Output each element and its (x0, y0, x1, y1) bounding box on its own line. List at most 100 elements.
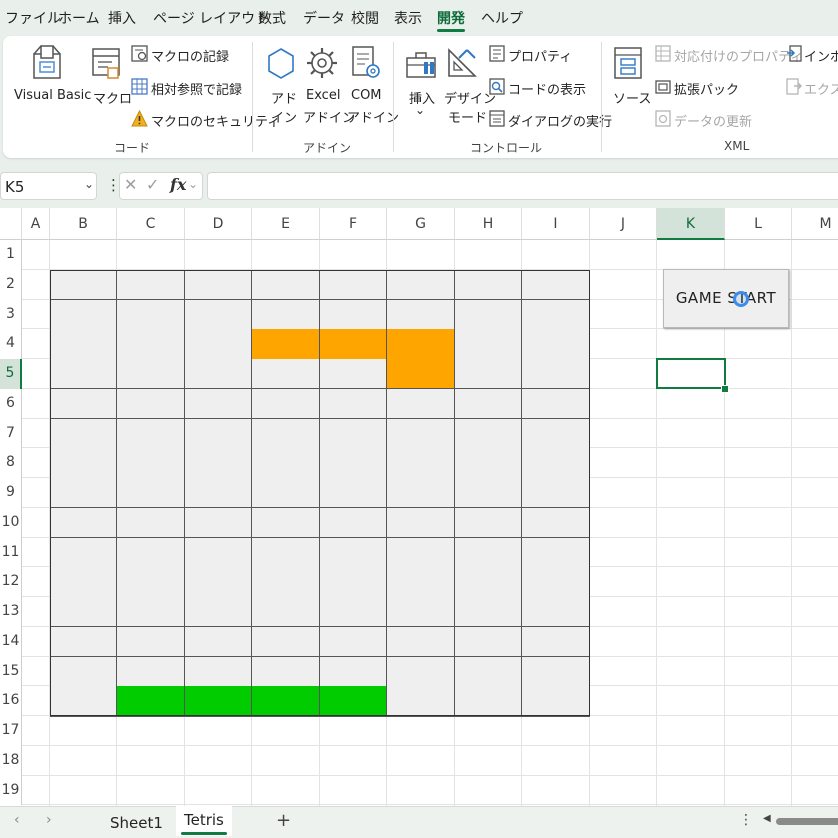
falling-block-cell[interactable] (387, 359, 455, 390)
row-header-14[interactable]: 14 (0, 626, 22, 657)
active-cell-k5[interactable] (656, 358, 726, 389)
board-cell[interactable] (320, 597, 387, 628)
insert-function-icon[interactable]: fx (170, 175, 186, 194)
board-cell[interactable] (320, 507, 387, 538)
enter-icon[interactable]: ✓ (146, 175, 159, 194)
board-cell[interactable] (185, 299, 252, 330)
board-cell[interactable] (522, 388, 590, 419)
board-cell[interactable] (50, 626, 117, 657)
board-cell[interactable] (522, 448, 590, 479)
board-cell[interactable] (522, 299, 590, 330)
board-cell[interactable] (320, 478, 387, 509)
board-cell[interactable] (522, 418, 590, 449)
board-cell[interactable] (50, 686, 117, 717)
select-all-corner[interactable] (0, 208, 22, 240)
board-cell[interactable] (387, 686, 455, 717)
board-cell[interactable] (387, 656, 455, 687)
board-cell[interactable] (117, 269, 185, 300)
board-cell[interactable] (252, 626, 320, 657)
board-cell[interactable] (50, 448, 117, 479)
column-header-k[interactable]: K (657, 208, 725, 240)
board-cell[interactable] (117, 597, 185, 628)
board-cell[interactable] (387, 537, 455, 568)
menu-insert[interactable]: 挿入 (108, 8, 136, 28)
scroll-left-icon[interactable]: ◀ (763, 813, 771, 824)
row-header-2[interactable]: 2 (0, 269, 22, 300)
row-header-11[interactable]: 11 (0, 537, 22, 568)
board-cell[interactable] (387, 299, 455, 330)
landed-block-cell[interactable] (117, 686, 185, 717)
board-cell[interactable] (50, 299, 117, 330)
menu-view[interactable]: 表示 (394, 8, 422, 28)
row-header-12[interactable]: 12 (0, 567, 22, 597)
board-cell[interactable] (117, 388, 185, 419)
board-cell[interactable] (185, 448, 252, 479)
board-cell[interactable] (455, 269, 522, 300)
menu-data[interactable]: データ (303, 8, 345, 28)
board-cell[interactable] (455, 418, 522, 449)
column-header-l[interactable]: L (725, 208, 792, 240)
board-cell[interactable] (252, 448, 320, 479)
game-start-button[interactable]: GAME START (663, 269, 789, 328)
board-cell[interactable] (522, 329, 590, 360)
board-cell[interactable] (50, 329, 117, 360)
board-cell[interactable] (522, 507, 590, 538)
falling-block-cell[interactable] (320, 329, 387, 360)
board-cell[interactable] (117, 478, 185, 509)
board-cell[interactable] (185, 329, 252, 360)
board-cell[interactable] (185, 656, 252, 687)
chevron-down-icon[interactable]: ⌄ (84, 177, 94, 191)
landed-block-cell[interactable] (185, 686, 252, 717)
board-cell[interactable] (320, 537, 387, 568)
board-cell[interactable] (455, 626, 522, 657)
board-cell[interactable] (185, 388, 252, 419)
column-header-i[interactable]: I (522, 208, 590, 240)
board-cell[interactable] (117, 418, 185, 449)
row-header-4[interactable]: 4 (0, 329, 22, 359)
board-cell[interactable] (455, 448, 522, 479)
board-cell[interactable] (320, 359, 387, 390)
board-cell[interactable] (50, 388, 117, 419)
board-cell[interactable] (252, 269, 320, 300)
board-cell[interactable] (320, 418, 387, 449)
board-cell[interactable] (50, 418, 117, 449)
board-cell[interactable] (185, 626, 252, 657)
menu-file[interactable]: ファイル (5, 8, 61, 28)
board-cell[interactable] (320, 388, 387, 419)
column-header-a[interactable]: A (22, 208, 50, 240)
row-header-17[interactable]: 17 (0, 716, 22, 746)
row-header-1[interactable]: 1 (0, 240, 22, 270)
row-header-10[interactable]: 10 (0, 507, 22, 538)
landed-block-cell[interactable] (320, 686, 387, 717)
board-cell[interactable] (455, 656, 522, 687)
board-cell[interactable] (252, 507, 320, 538)
board-cell[interactable] (252, 478, 320, 509)
board-cell[interactable] (387, 269, 455, 300)
board-cell[interactable] (252, 418, 320, 449)
board-cell[interactable] (50, 597, 117, 628)
falling-block-cell[interactable] (387, 329, 455, 360)
menu-page-layout[interactable]: ページ レイアウト (153, 8, 269, 28)
board-cell[interactable] (50, 567, 117, 598)
board-cell[interactable] (320, 269, 387, 300)
board-cell[interactable] (455, 329, 522, 360)
board-cell[interactable] (522, 567, 590, 598)
menu-formulas[interactable]: 数式 (258, 8, 286, 28)
board-cell[interactable] (50, 478, 117, 509)
board-cell[interactable] (455, 597, 522, 628)
row-header-6[interactable]: 6 (0, 388, 22, 419)
board-cell[interactable] (522, 478, 590, 509)
row-header-3[interactable]: 3 (0, 299, 22, 330)
board-cell[interactable] (252, 537, 320, 568)
board-cell[interactable] (455, 567, 522, 598)
board-cell[interactable] (320, 448, 387, 479)
board-cell[interactable] (522, 597, 590, 628)
prev-sheet-icon[interactable]: ‹ (14, 812, 20, 828)
chevron-down-icon[interactable]: ⌄ (188, 177, 198, 191)
column-header-m[interactable]: M (792, 208, 838, 240)
row-header-7[interactable]: 7 (0, 418, 22, 449)
sheet-tab-tetris[interactable]: Tetris (184, 811, 224, 829)
formula-input[interactable] (207, 172, 838, 200)
board-cell[interactable] (185, 567, 252, 598)
board-cell[interactable] (455, 388, 522, 419)
